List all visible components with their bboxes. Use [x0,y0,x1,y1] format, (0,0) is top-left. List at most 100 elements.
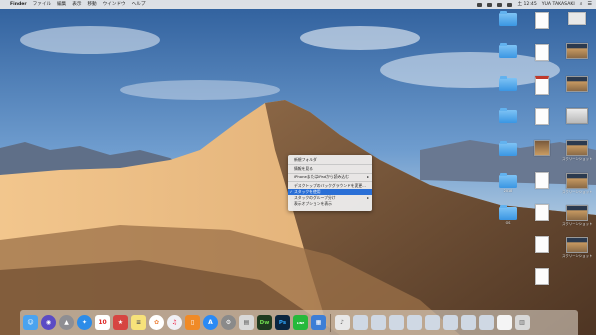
desktop-folder[interactable] [493,141,523,157]
menu-item-get-info[interactable]: 情報を見る [288,166,372,172]
desktop-screenshot[interactable]: スクリーンショット 2018-10...12.48.37 [562,173,592,194]
screenshot-stack-icon[interactable] [442,315,458,330]
music-file-icon [535,12,549,29]
launchpad-icon[interactable]: ▲ [59,315,74,330]
document-icon [535,236,549,253]
desktop-folder[interactable]: 2018 [493,173,523,193]
safari-icon[interactable]: ✦ [77,315,92,330]
dock-separator [330,313,331,332]
line-icon[interactable]: LINE [293,315,308,330]
desktop-drive[interactable] [562,12,592,25]
screenshot-stack-icon[interactable] [406,315,422,330]
drive-icon [568,12,586,25]
desktop-document[interactable] [527,76,557,95]
spotlight-icon[interactable]: ⌕ [580,0,583,9]
desktop-folder[interactable] [493,76,523,92]
screenshot-thumbnail-icon [566,108,588,124]
menu-edit[interactable]: 編集 [57,0,66,9]
desktop-document[interactable] [527,12,557,29]
image-file-icon [534,140,550,156]
document-icon [535,268,549,285]
photos-icon[interactable]: ✿ [149,315,164,330]
battery-icon[interactable] [507,2,513,7]
menu-item-new-folder[interactable]: 新規フォルダ [288,157,372,163]
screenshot-stack-icon[interactable] [478,315,494,330]
document-icon [535,108,549,125]
screenshot-thumbnail-icon [566,43,588,59]
desktop-document[interactable] [527,44,557,61]
desktop-context-menu: 新規フォルダ 情報を見る iPhoneまたはiPadから読み込む ▸ デスクトップ… [288,155,372,211]
wifi-icon[interactable] [487,2,493,7]
chevron-right-icon: ▸ [367,174,369,179]
menu-help[interactable]: ヘルプ [132,0,146,9]
desktop-screenshot[interactable] [562,108,592,124]
desktop-screenshot[interactable] [562,76,592,92]
folder-icon [499,173,517,188]
desktop-folder[interactable]: OS [493,205,523,225]
folder-icon [499,108,517,123]
dock: ☺ ◉ ▲ ✦ 10 ★ ≡ ✿ ♫ ▯ A ⚙ ▤ Dw Ps LINE ▦ … [20,310,578,335]
desktop-folder[interactable] [493,43,523,59]
document-icon [535,76,549,95]
menu-separator [288,181,372,182]
document-stack-icon[interactable] [496,315,512,330]
trash-icon[interactable]: ▥ [514,315,530,330]
text-document-icon [535,44,549,61]
siri-icon[interactable]: ◉ [41,315,56,330]
desktop-folder[interactable] [493,11,523,27]
screenshot-stack-icon[interactable] [460,315,476,330]
volume-icon[interactable] [497,2,503,7]
photoshop-icon[interactable]: Ps [275,315,290,330]
screenshot-stack-icon[interactable] [388,315,404,330]
menu-separator [288,172,372,173]
document-icon [535,204,549,221]
screenshot-stack-icon[interactable] [424,315,440,330]
keynote-icon[interactable]: ▤ [239,315,254,330]
desktop-screenshot[interactable]: スクリーンショット 2018-10...12.48.09 [562,140,592,161]
app-menu-finder[interactable]: Finder [10,0,27,9]
menu-window[interactable]: ウインドウ [103,0,126,9]
preview-icon[interactable]: ▦ [311,315,326,330]
menu-separator [288,164,372,165]
desktop-folder[interactable] [493,108,523,124]
menu-bar: Finder ファイル 編集 表示 移動 ウインドウ ヘルプ 土 12:45 Y… [0,0,596,9]
menu-view[interactable]: 表示 [72,0,81,9]
wunderlist-icon[interactable]: ★ [113,315,128,330]
menu-go[interactable]: 移動 [87,0,96,9]
notification-center-icon[interactable]: ☰ [588,0,592,9]
menu-user[interactable]: YUA TAKASAKI [542,0,575,9]
music-stack-icon[interactable]: ♪ [334,315,350,330]
screenshot-thumbnail-icon [566,173,588,189]
desktop-document[interactable] [527,268,557,285]
desktop-document[interactable] [527,108,557,125]
desktop[interactable]: Finder ファイル 編集 表示 移動 ウインドウ ヘルプ 土 12:45 Y… [0,0,596,335]
system-preferences-icon[interactable]: ⚙ [221,315,236,330]
itunes-icon[interactable]: ♫ [167,315,182,330]
calendar-icon[interactable]: 10 [95,315,110,330]
menu-file[interactable]: ファイル [33,0,51,9]
desktop-document[interactable] [527,204,557,221]
menu-item-show-view-options[interactable]: 表示オプションを表示 [288,201,372,207]
screenshot-thumbnail-icon [566,205,588,221]
app-store-icon[interactable]: A [203,315,218,330]
desktop-document[interactable] [527,236,557,253]
document-icon [535,172,549,189]
screenshot-thumbnail-icon [566,76,588,92]
folder-icon [499,11,517,26]
desktop-screenshot[interactable]: スクリーンショット 2018-10...12.48.71 [562,237,592,258]
screenshot-thumbnail-icon [566,140,588,156]
books-icon[interactable]: ▯ [185,315,200,330]
menu-clock[interactable]: 土 12:45 [517,0,536,9]
desktop-document[interactable] [527,172,557,189]
screenshot-stack-icon[interactable] [352,315,368,330]
desktop-screenshot[interactable]: スクリーンショット 2018-10...12.48.55 [562,205,592,226]
desktop-screenshot[interactable] [562,43,592,59]
folder-icon [499,76,517,91]
finder-icon[interactable]: ☺ [23,315,38,330]
dreamweaver-icon[interactable]: Dw [257,315,272,330]
notes-icon[interactable]: ≡ [131,315,146,330]
status-icon[interactable] [477,2,483,7]
screenshot-stack-icon[interactable] [370,315,386,330]
desktop-document[interactable] [527,140,557,156]
menu-item-import-from-iphone[interactable]: iPhoneまたはiPadから読み込む ▸ [288,174,372,180]
